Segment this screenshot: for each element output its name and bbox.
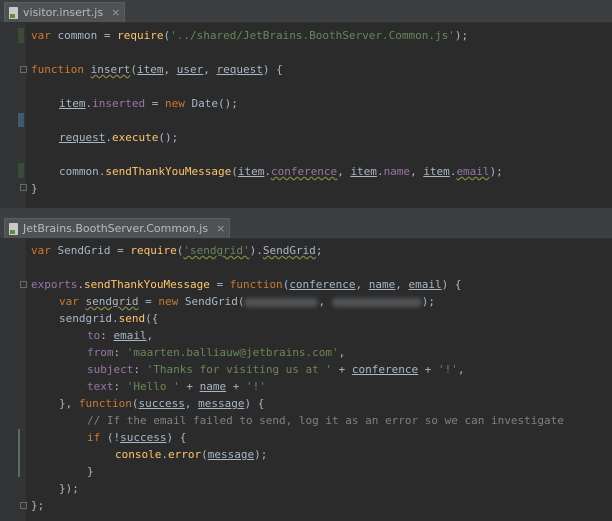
code-line: }, function(success, message) { bbox=[59, 397, 265, 410]
change-marker bbox=[18, 163, 24, 178]
code-editor[interactable]: var common = require('../shared/JetBrain… bbox=[26, 23, 612, 208]
close-tab-icon[interactable]: × bbox=[216, 222, 225, 235]
code-line: // If the email failed to send, log it a… bbox=[87, 414, 564, 427]
code-line: exports.sendThankYouMessage = function(c… bbox=[31, 278, 462, 291]
code-line: item.inserted = new Date(); bbox=[59, 97, 238, 110]
code-line: console.error(message); bbox=[115, 448, 268, 461]
javascript-file-icon bbox=[9, 222, 18, 235]
editor-tab-bar: visitor.insert.js × bbox=[0, 0, 612, 23]
code-line: if (!success) { bbox=[87, 431, 187, 444]
tab-label: visitor.insert.js bbox=[23, 6, 104, 19]
code-editor[interactable]: var SendGrid = require('sendgrid').SendG… bbox=[26, 239, 612, 521]
tab-visitor-insert-js[interactable]: visitor.insert.js × bbox=[4, 2, 126, 22]
tab-label: JetBrains.BoothServer.Common.js bbox=[23, 222, 209, 235]
code-line: subject: 'Thanks for visiting us at ' + … bbox=[87, 363, 465, 376]
editor-pane-common-js: JetBrains.BoothServer.Common.js × var Se… bbox=[0, 216, 612, 521]
editor-gutter bbox=[0, 23, 27, 208]
code-line: } bbox=[87, 465, 94, 478]
code-line: to: email, bbox=[87, 329, 154, 342]
code-line: var SendGrid = require('sendgrid').SendG… bbox=[31, 244, 323, 257]
code-line: from: 'maarten.balliauw@jetbrains.com', bbox=[87, 346, 346, 359]
redacted-api-key bbox=[331, 297, 422, 307]
code-line: text: 'Hello ' + name + '!' bbox=[87, 380, 266, 393]
editor-gutter bbox=[0, 239, 27, 521]
editor-tab-bar: JetBrains.BoothServer.Common.js × bbox=[0, 216, 612, 239]
code-line: }; bbox=[31, 499, 45, 512]
editor-pane-visitor-insert: visitor.insert.js × var common = require… bbox=[0, 0, 612, 208]
code-line: var sendgrid = new SendGrid(, ); bbox=[59, 295, 435, 308]
tab-jetbrains-boothserver-common-js[interactable]: JetBrains.BoothServer.Common.js × bbox=[4, 218, 231, 238]
code-line: sendgrid.send({ bbox=[59, 312, 159, 325]
code-line: common.sendThankYouMessage(item.conferen… bbox=[59, 165, 503, 178]
close-tab-icon[interactable]: × bbox=[111, 6, 120, 19]
code-line: var common = require('../shared/JetBrain… bbox=[31, 29, 469, 42]
code-line: } bbox=[31, 182, 38, 195]
change-marker bbox=[18, 429, 20, 477]
change-marker bbox=[18, 113, 24, 127]
change-marker bbox=[18, 28, 24, 43]
code-line: }); bbox=[59, 482, 79, 495]
redacted-api-user bbox=[244, 297, 319, 307]
javascript-file-icon bbox=[9, 6, 18, 19]
pane-splitter[interactable] bbox=[0, 208, 612, 216]
code-line: request.execute(); bbox=[59, 131, 179, 144]
code-line: function insert(item, user, request) { bbox=[31, 63, 283, 76]
